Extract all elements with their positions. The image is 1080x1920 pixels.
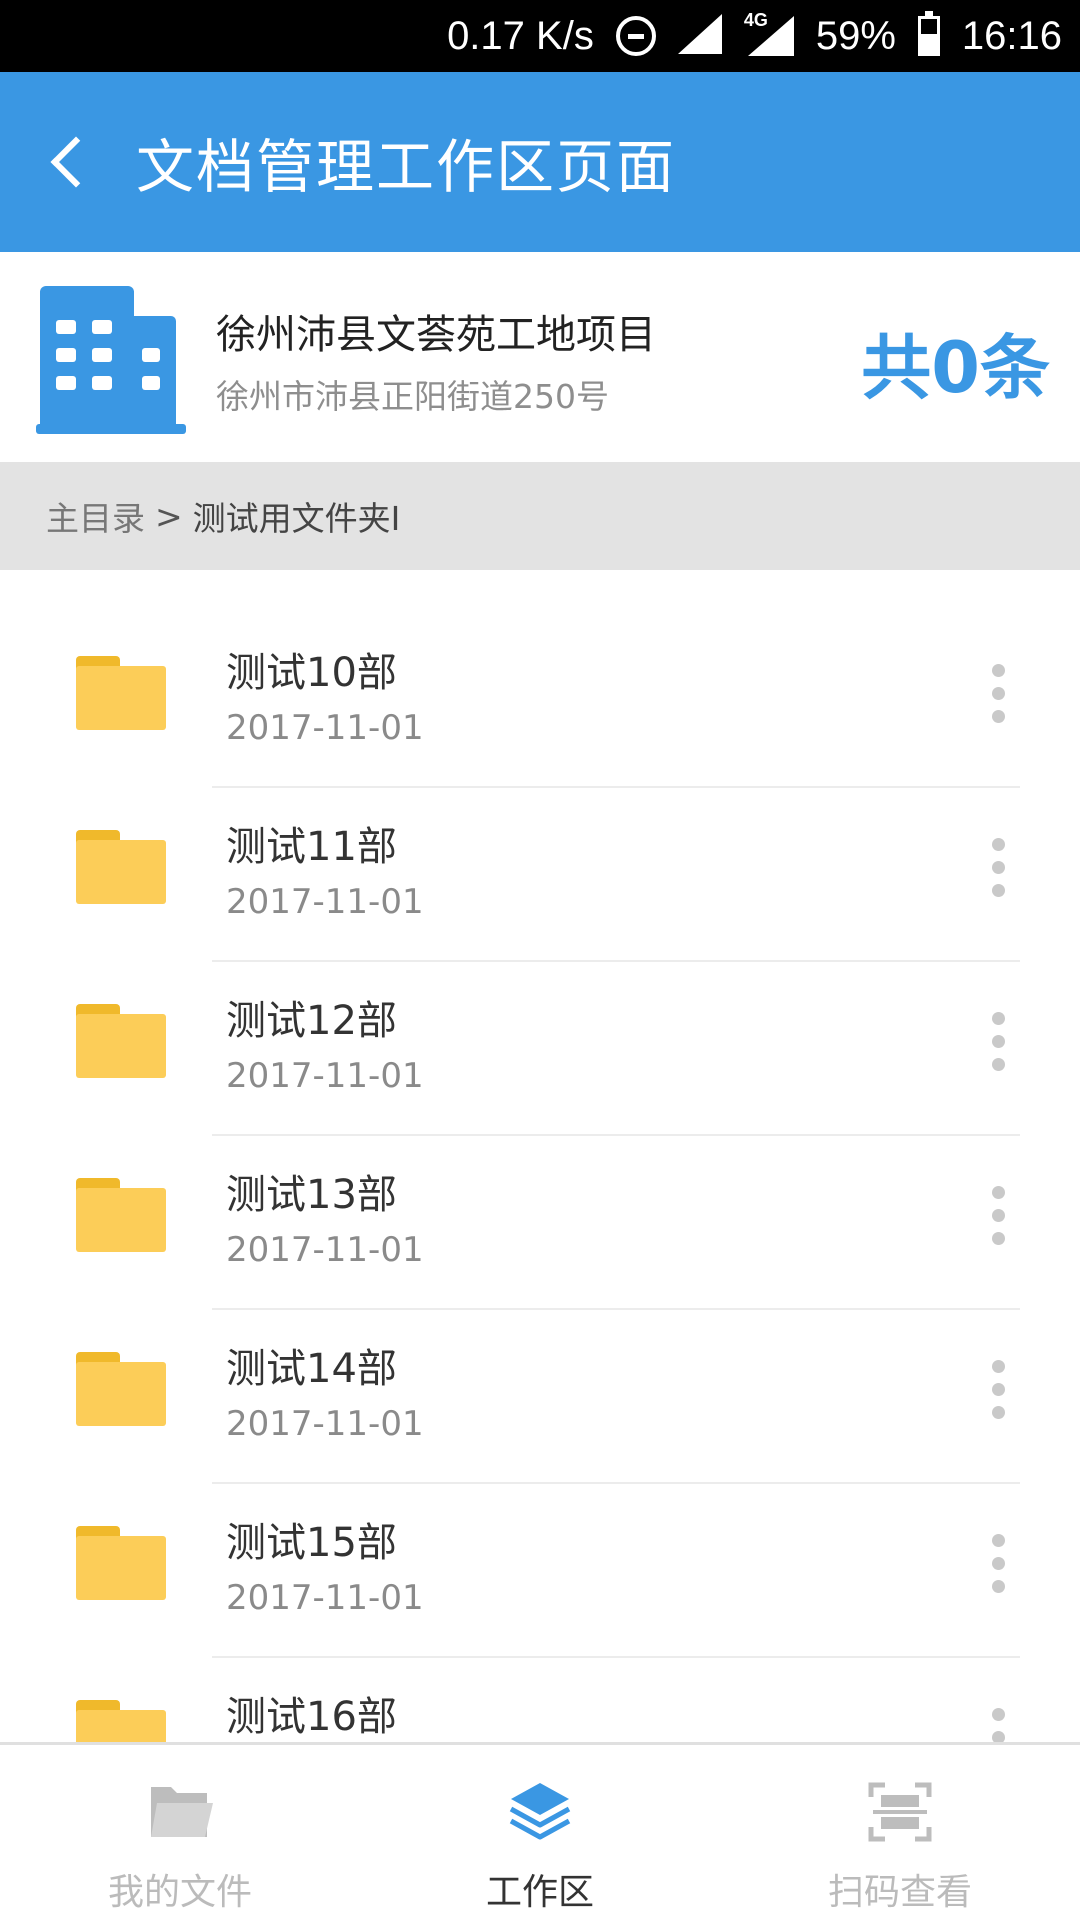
back-icon[interactable] [50, 136, 102, 188]
folder-icon [76, 1526, 166, 1600]
more-options-icon[interactable] [992, 664, 1006, 733]
tab-workspace[interactable]: 工作区 [360, 1745, 720, 1920]
do-not-disturb-icon [615, 16, 656, 56]
more-options-icon[interactable] [992, 1534, 1006, 1603]
folder-icon [76, 1178, 166, 1252]
folder-name: 测试13部 [226, 1172, 397, 1218]
network-speed: 0.17 K/s [447, 13, 594, 58]
tab-my-files[interactable]: 我的文件 [0, 1745, 360, 1920]
layers-icon [509, 1783, 571, 1840]
project-name: 徐州沛县文荟苑工地项目 [216, 312, 656, 358]
folder-date: 2017-11-01 [226, 1404, 424, 1444]
tab-label: 扫码查看 [827, 1872, 972, 1913]
page-title: 文档管理工作区页面 [136, 133, 677, 201]
list-item[interactable]: 测试15部 2017-11-01 [0, 1440, 1080, 1618]
folder-name: 测试15部 [226, 1520, 397, 1566]
network-type: 4G [743, 10, 768, 30]
app-bar: 文档管理工作区页面 [0, 72, 1080, 252]
folder-icon [151, 1787, 213, 1837]
tab-scan[interactable]: 扫码查看 [720, 1745, 1080, 1920]
status-bar: 0.17 K/s 4G 59% 16:16 [0, 0, 1080, 72]
folder-date: 2017-11-01 [226, 1056, 424, 1096]
list-item[interactable]: 测试12部 2017-11-01 [0, 918, 1080, 1096]
clock: 16:16 [961, 13, 1062, 58]
list-item[interactable]: 测试11部 2017-11-01 [0, 744, 1080, 922]
folder-icon [76, 656, 166, 730]
folder-name: 测试11部 [226, 824, 397, 870]
folder-date: 2017-11-01 [226, 708, 424, 748]
folder-list: 测试10部 2017-11-01 测试11部 2017-11-01 测试12部 … [0, 570, 1080, 1742]
folder-icon [76, 1700, 166, 1742]
breadcrumb-current: 测试用文件夹I [192, 499, 401, 538]
list-item[interactable]: 测试10部 2017-11-01 [0, 570, 1080, 748]
project-card: 徐州沛县文荟苑工地项目 徐州市沛县正阳街道250号 共0条 [0, 252, 1080, 462]
more-options-icon[interactable] [992, 1708, 1006, 1742]
more-options-icon[interactable] [992, 1360, 1006, 1429]
folder-date: 2017-11-01 [226, 1578, 424, 1618]
signal-icon [677, 14, 722, 56]
folder-name: 测试12部 [226, 998, 397, 1044]
item-count: 共0条 [861, 327, 1050, 409]
more-options-icon[interactable] [992, 1012, 1006, 1081]
folder-icon [76, 1352, 166, 1426]
tab-label: 工作区 [485, 1872, 594, 1913]
breadcrumb-separator: > [155, 496, 183, 536]
folder-icon [76, 830, 166, 904]
breadcrumb: 主目录 > 测试用文件夹I [0, 462, 1080, 570]
folder-date: 2017-11-01 [226, 1230, 424, 1270]
list-item[interactable]: 测试13部 2017-11-01 [0, 1092, 1080, 1270]
folder-name: 测试16部 [226, 1694, 397, 1740]
bottom-nav: 我的文件 工作区 扫码查看 [0, 1742, 1080, 1920]
more-options-icon[interactable] [992, 838, 1006, 907]
folder-date: 2017-11-01 [226, 882, 424, 922]
list-item[interactable]: 测试14部 2017-11-01 [0, 1266, 1080, 1444]
folder-icon [76, 1004, 166, 1078]
folder-name: 测试14部 [226, 1346, 397, 1392]
building-icon [36, 286, 186, 434]
tab-label: 我的文件 [107, 1872, 252, 1913]
battery-icon [917, 11, 940, 56]
more-options-icon[interactable] [992, 1186, 1006, 1255]
battery-percent: 59% [815, 13, 896, 58]
folder-name: 测试10部 [226, 650, 397, 696]
list-item[interactable]: 测试16部 [0, 1614, 1080, 1742]
signal-4g-icon: 4G [744, 10, 794, 58]
scan-icon [868, 1782, 932, 1842]
project-address: 徐州市沛县正阳街道250号 [216, 377, 609, 416]
breadcrumb-root[interactable]: 主目录 [46, 492, 145, 540]
